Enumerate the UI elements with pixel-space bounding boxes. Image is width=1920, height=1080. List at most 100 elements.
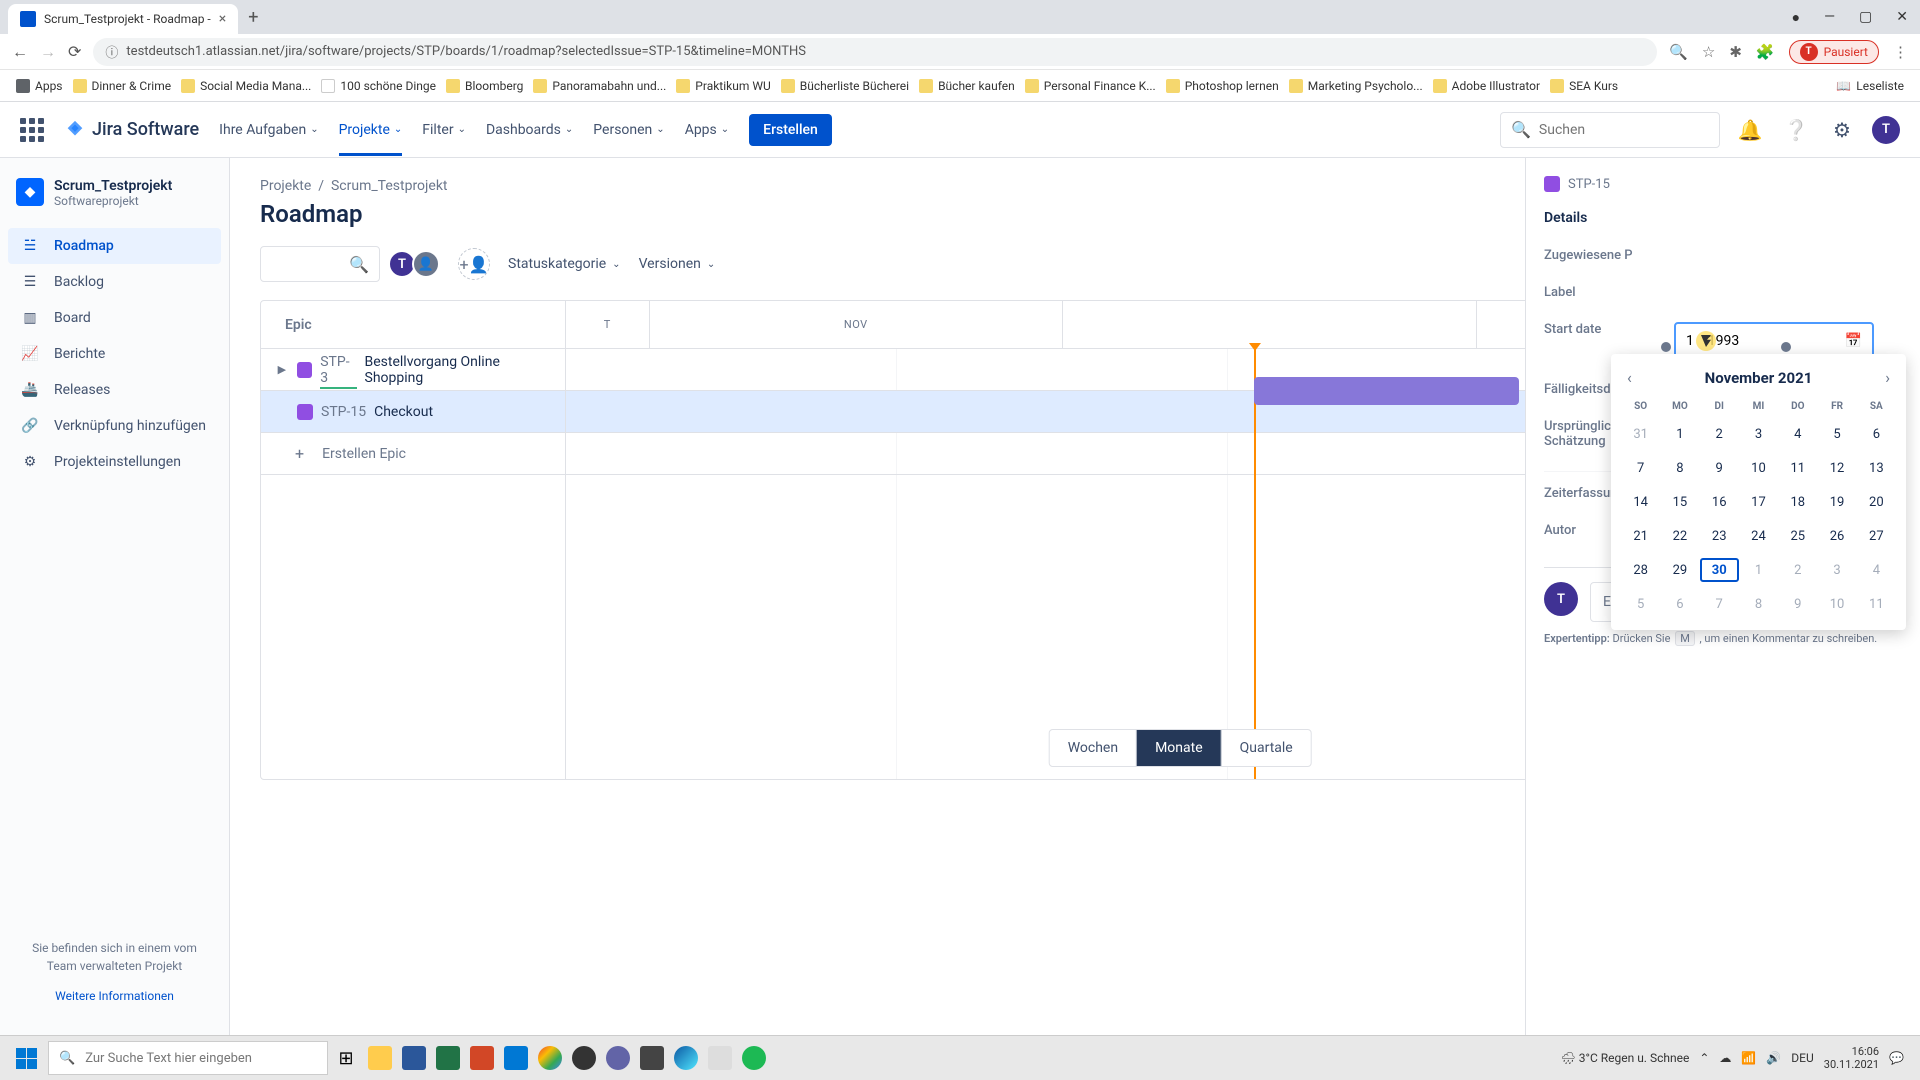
apps-bookmark[interactable]: Apps (16, 79, 63, 93)
app-icon[interactable] (602, 1041, 634, 1075)
back-icon[interactable]: ← (12, 42, 28, 62)
expand-icon[interactable]: ▶ (275, 363, 289, 376)
readlist-button[interactable]: 📖Leseliste (1836, 79, 1904, 93)
calendar-day[interactable]: 7 (1700, 592, 1739, 616)
nav-your-work[interactable]: Ihre Aufgaben⌄ (219, 122, 318, 138)
calendar-day[interactable]: 21 (1621, 524, 1660, 548)
calendar-day[interactable]: 6 (1660, 592, 1699, 616)
calendar-day[interactable]: 1 (1739, 558, 1778, 582)
calendar-day[interactable]: 2 (1778, 558, 1817, 582)
next-month-button[interactable]: › (1879, 368, 1896, 387)
star-icon[interactable]: ☆ (1702, 43, 1715, 61)
sidebar-item-reports[interactable]: 📈Berichte (8, 336, 221, 372)
settings-icon[interactable]: ⚙ (1826, 114, 1858, 146)
forward-icon[interactable]: → (40, 42, 56, 62)
taskbar-search[interactable]: 🔍Zur Suche Text hier eingeben (48, 1041, 328, 1075)
sidebar-item-roadmap[interactable]: ☱Roadmap (8, 228, 221, 264)
prev-month-button[interactable]: ‹ (1621, 368, 1638, 387)
create-epic-button[interactable]: Erstellen Epic (261, 433, 565, 475)
zoom-icon[interactable]: 🔍 (1669, 43, 1688, 61)
calendar-day[interactable]: 10 (1739, 456, 1778, 480)
powerpoint-icon[interactable] (466, 1041, 498, 1075)
issue-key[interactable]: STP-15 (321, 404, 366, 420)
app-icon[interactable] (704, 1041, 736, 1075)
jira-logo[interactable]: Jira Software (64, 119, 199, 141)
chevron-up-icon[interactable]: ⌃ (1699, 1051, 1709, 1065)
calendar-day[interactable]: 14 (1621, 490, 1660, 514)
sidebar-item-add-link[interactable]: 🔗Verknüpfung hinzufügen (8, 408, 221, 444)
bookmark-item[interactable]: Bloomberg (446, 79, 523, 93)
language-indicator[interactable]: DEU (1791, 1051, 1813, 1065)
calendar-day[interactable]: 1 (1660, 422, 1699, 446)
extension-icon[interactable]: ✱ (1729, 43, 1742, 61)
calendar-day[interactable]: 12 (1817, 456, 1856, 480)
puzzle-icon[interactable]: 🧩 (1756, 43, 1775, 61)
new-tab-button[interactable]: + (248, 7, 258, 28)
sidebar-item-releases[interactable]: 🚢Releases (8, 372, 221, 408)
sidebar-item-board[interactable]: ▥Board (8, 300, 221, 336)
chrome-icon[interactable] (534, 1041, 566, 1075)
notifications-icon[interactable]: 🔔 (1734, 114, 1766, 146)
close-window-icon[interactable]: ✕ (1892, 9, 1912, 26)
bookmark-item[interactable]: Bücherliste Bücherei (781, 79, 909, 93)
create-button[interactable]: Erstellen (749, 114, 832, 146)
browser-tab[interactable]: Scrum_Testprojekt - Roadmap - × (8, 4, 238, 34)
epic-row[interactable]: ▶ STP-3 Bestellvorgang Online Shopping (261, 349, 565, 391)
calendar-day[interactable]: 30 (1700, 558, 1739, 582)
calendar-day[interactable]: 20 (1857, 490, 1896, 514)
calendar-day[interactable]: 26 (1817, 524, 1856, 548)
zoom-quarters[interactable]: Quartale (1222, 730, 1311, 766)
sidebar-item-settings[interactable]: ⚙Projekteinstellungen (8, 444, 221, 480)
issue-key[interactable]: STP-3 (320, 354, 356, 386)
calendar-day[interactable]: 16 (1700, 490, 1739, 514)
notifications-icon[interactable]: 💬 (1889, 1051, 1904, 1065)
search-field[interactable] (1539, 122, 1709, 138)
reload-icon[interactable]: ⟳ (68, 42, 81, 61)
mail-icon[interactable] (500, 1041, 532, 1075)
clock[interactable]: 16:06 30.11.2021 (1824, 1045, 1879, 1071)
calendar-day[interactable]: 31 (1621, 422, 1660, 446)
add-people-button[interactable]: +👤 (458, 248, 490, 280)
calendar-day[interactable]: 22 (1660, 524, 1699, 548)
taskview-icon[interactable]: ⊞ (330, 1041, 362, 1075)
sidebar-item-backlog[interactable]: ☰Backlog (8, 264, 221, 300)
explorer-icon[interactable] (364, 1041, 396, 1075)
calendar-day[interactable]: 23 (1700, 524, 1739, 548)
excel-icon[interactable] (432, 1041, 464, 1075)
calendar-day[interactable]: 10 (1817, 592, 1856, 616)
nav-filters[interactable]: Filter⌄ (422, 122, 466, 138)
calendar-day[interactable]: 28 (1621, 558, 1660, 582)
calendar-day[interactable]: 11 (1857, 592, 1896, 616)
calendar-day[interactable]: 11 (1778, 456, 1817, 480)
bookmark-item[interactable]: Personal Finance K... (1025, 79, 1156, 93)
details-issue-key[interactable]: STP-15 (1568, 177, 1610, 192)
nav-people[interactable]: Personen⌄ (593, 122, 664, 138)
breadcrumb-project-link[interactable]: Scrum_Testprojekt (331, 178, 448, 194)
spotify-icon[interactable] (738, 1041, 770, 1075)
edge-icon[interactable] (670, 1041, 702, 1075)
volume-icon[interactable]: 🔊 (1766, 1051, 1781, 1065)
app-switcher-icon[interactable] (20, 118, 44, 142)
wifi-icon[interactable]: 📶 (1741, 1051, 1756, 1065)
calendar-day[interactable]: 29 (1660, 558, 1699, 582)
calendar-day[interactable]: 3 (1739, 422, 1778, 446)
global-search-input[interactable]: 🔍 (1500, 112, 1720, 148)
zoom-months[interactable]: Monate (1137, 730, 1222, 766)
calendar-day[interactable]: 27 (1857, 524, 1896, 548)
calendar-day[interactable]: 8 (1739, 592, 1778, 616)
bookmark-item[interactable]: Adobe Illustrator (1433, 79, 1540, 93)
calendar-day[interactable]: 3 (1817, 558, 1856, 582)
versions-filter[interactable]: Versionen⌄ (639, 256, 716, 272)
url-bar[interactable]: ⓘ testdeutsch1.atlassian.net/jira/softwa… (93, 38, 1657, 66)
calendar-day[interactable]: 9 (1700, 456, 1739, 480)
app-icon[interactable] (636, 1041, 668, 1075)
bookmark-item[interactable]: Social Media Mana... (181, 79, 311, 93)
calendar-day[interactable]: 8 (1660, 456, 1699, 480)
bookmark-item[interactable]: Dinner & Crime (73, 79, 172, 93)
status-filter[interactable]: Statuskategorie⌄ (508, 256, 621, 272)
bookmark-item[interactable]: Panoramabahn und... (533, 79, 666, 93)
zoom-weeks[interactable]: Wochen (1050, 730, 1137, 766)
epic-bar[interactable] (1254, 377, 1519, 405)
minimize-icon[interactable]: — (1820, 9, 1839, 26)
bookmark-item[interactable]: Marketing Psycholo... (1289, 79, 1423, 93)
